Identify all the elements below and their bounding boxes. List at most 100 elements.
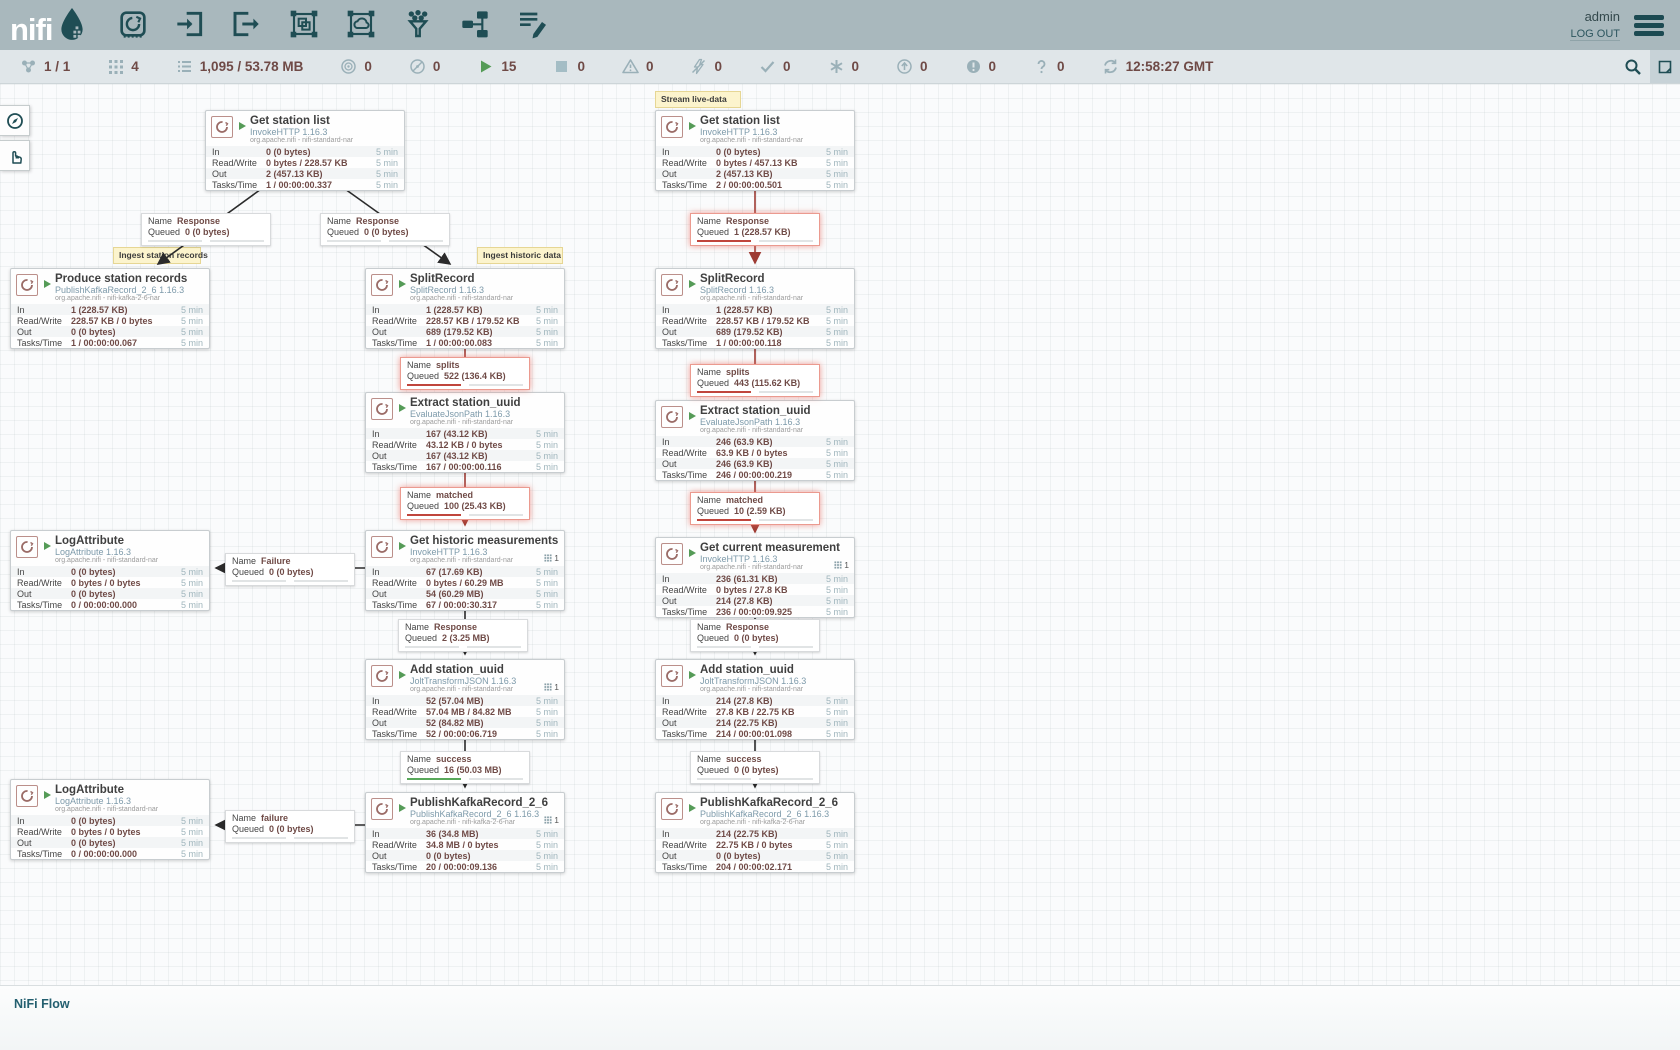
processor-stats: In214 (27.8 KB)5 min Read/Write27.8 KB /…	[656, 695, 854, 739]
processor-stats: In0 (0 bytes)5 min Read/Write0 bytes / 0…	[11, 815, 209, 859]
connection-label[interactable]: NameResponse Queued0 (0 bytes)	[141, 213, 271, 246]
processor[interactable]: Produce station records PublishKafkaReco…	[10, 268, 210, 349]
connection-label[interactable]: Namesuccess Queued0 (0 bytes)	[690, 751, 820, 784]
disabled-count: 0	[690, 58, 722, 75]
processor[interactable]: Extract station_uuid EvaluateJsonPath 1.…	[365, 392, 565, 473]
total-queued: 1,095 / 53.78 MB	[176, 58, 304, 75]
connection-queued: 0 (0 bytes)	[269, 567, 314, 577]
processor-bundle: org.apache.nifi - nifi-standard-nar	[410, 419, 521, 426]
thread-badge: 1	[834, 560, 849, 570]
drag-input-port-icon[interactable]	[174, 8, 208, 42]
birdseye-toggle-button[interactable]	[1650, 50, 1680, 83]
drag-process-group-icon[interactable]	[288, 8, 322, 42]
connection-queued: 443 (115.62 KB)	[734, 378, 800, 388]
connection-label[interactable]: Namesplits Queued443 (115.62 KB)	[690, 364, 820, 397]
processor-stamp-icon	[661, 543, 683, 565]
canvas-label[interactable]: Ingest station records	[113, 247, 201, 264]
operate-palette-button[interactable]	[0, 140, 30, 171]
connection-relationship: Response	[434, 622, 477, 632]
canvas-label[interactable]: Stream live-data	[655, 91, 741, 108]
processor-name: Extract station_uuid	[410, 397, 521, 409]
running-status-icon	[44, 791, 51, 799]
processor[interactable]: Extract station_uuid EvaluateJsonPath 1.…	[655, 400, 855, 481]
connection-relationship: splits	[726, 367, 750, 377]
connection-label[interactable]: NameResponse Queued0 (0 bytes)	[690, 619, 820, 652]
connection-label[interactable]: NameFailure Queued0 (0 bytes)	[225, 553, 355, 586]
connection-label[interactable]: NameResponse Queued1 (228.57 KB)	[690, 213, 820, 246]
drag-funnel-icon[interactable]	[402, 8, 436, 42]
processor-stamp-icon	[371, 798, 393, 820]
connection-label[interactable]: Namesuccess Queued16 (50.03 MB)	[400, 751, 530, 784]
backpressure-bars	[232, 837, 348, 839]
processor-type: JoltTransformJSON 1.16.3	[700, 676, 806, 686]
backpressure-bars	[697, 391, 813, 393]
processor[interactable]: Get station list InvokeHTTP 1.16.3 org.a…	[205, 110, 405, 191]
drag-label-icon[interactable]	[516, 8, 550, 42]
connection-label[interactable]: NameResponse Queued0 (0 bytes)	[320, 213, 450, 246]
connection-queued: 0 (0 bytes)	[734, 633, 779, 643]
processor[interactable]: LogAttribute LogAttribute 1.16.3 org.apa…	[10, 530, 210, 611]
running-status-icon	[399, 804, 406, 812]
canvas-label[interactable]: Ingest historic data	[477, 247, 563, 264]
processor[interactable]: SplitRecord SplitRecord 1.16.3 org.apach…	[365, 268, 565, 349]
drag-template-icon[interactable]	[459, 8, 493, 42]
drag-output-port-icon[interactable]	[231, 8, 265, 42]
processor-stamp-icon	[661, 798, 683, 820]
connection-label[interactable]: Namesplits Queued522 (136.4 KB)	[400, 357, 530, 390]
processor-name: SplitRecord	[410, 273, 513, 285]
connection-label[interactable]: Namefailure Queued0 (0 bytes)	[225, 810, 355, 843]
processor-bundle: org.apache.nifi - nifi-standard-nar	[700, 137, 803, 144]
backpressure-bars	[407, 778, 523, 780]
backpressure-bars	[697, 519, 813, 521]
processor[interactable]: LogAttribute LogAttribute 1.16.3 org.apa…	[10, 779, 210, 860]
nifi-logo-text: nifi	[10, 16, 53, 44]
processor-bundle: org.apache.nifi - nifi-standard-nar	[700, 686, 806, 693]
processor-name: LogAttribute	[55, 535, 158, 547]
processor-stats: In0 (0 bytes)5 min Read/Write0 bytes / 0…	[11, 566, 209, 610]
connection-queued: 100 (25.43 KB)	[444, 501, 506, 511]
processor[interactable]: Add station_uuid JoltTransformJSON 1.16.…	[365, 659, 565, 740]
global-menu-icon[interactable]	[1634, 12, 1664, 39]
running-status-icon	[399, 671, 406, 679]
processor-name: PublishKafkaRecord_2_6	[700, 797, 838, 809]
connection-label[interactable]: Namematched Queued10 (2.59 KB)	[690, 492, 820, 525]
running-status-icon	[689, 280, 696, 288]
running-status-icon	[689, 549, 696, 557]
not-transmitting-count: 0	[409, 58, 441, 75]
backpressure-bars	[232, 580, 348, 582]
current-user: admin	[1570, 9, 1620, 24]
connection-relationship: failure	[261, 813, 288, 823]
processor[interactable]: Add station_uuid JoltTransformJSON 1.16.…	[655, 659, 855, 740]
processor[interactable]: PublishKafkaRecord_2_6 PublishKafkaRecor…	[365, 792, 565, 873]
drag-remote-process-group-icon[interactable]	[345, 8, 379, 42]
backpressure-bars	[407, 384, 523, 386]
flow-canvas[interactable]: Stream live-data Ingest station records …	[0, 84, 1680, 985]
running-status-icon	[44, 542, 51, 550]
processor[interactable]: Get current measurement InvokeHTTP 1.16.…	[655, 537, 855, 618]
backpressure-bars	[407, 514, 523, 516]
nifi-drop-icon	[55, 6, 89, 44]
navigate-palette-button[interactable]	[0, 105, 30, 136]
search-button[interactable]	[1616, 50, 1650, 83]
connection-label[interactable]: Namematched Queued100 (25.43 KB)	[400, 487, 530, 520]
processor[interactable]: SplitRecord SplitRecord 1.16.3 org.apach…	[655, 268, 855, 349]
processor[interactable]: Get historic measurements InvokeHTTP 1.1…	[365, 530, 565, 611]
processor-stats: In1 (228.57 KB)5 min Read/Write228.57 KB…	[366, 304, 564, 348]
processor-bundle: org.apache.nifi - nifi-standard-nar	[55, 806, 158, 813]
processor-type: PublishKafkaRecord_2_6 1.16.3	[55, 285, 187, 295]
processor-stamp-icon	[371, 536, 393, 558]
nifi-logo: nifi	[10, 6, 89, 44]
breadcrumb[interactable]: NiFi Flow	[14, 997, 70, 1011]
processor-bundle: org.apache.nifi - nifi-standard-nar	[410, 295, 513, 302]
processor[interactable]: Get station list InvokeHTTP 1.16.3 org.a…	[655, 110, 855, 191]
connection-label[interactable]: NameResponse Queued2 (3.25 MB)	[398, 619, 528, 652]
processor-stamp-icon	[211, 116, 233, 138]
processor-stats: In52 (57.04 MB)5 min Read/Write57.04 MB …	[366, 695, 564, 739]
logout-link[interactable]: LOG OUT	[1570, 28, 1620, 41]
processor[interactable]: PublishKafkaRecord_2_6 PublishKafkaRecor…	[655, 792, 855, 873]
footer-bar: NiFi Flow	[0, 985, 1680, 1050]
stopped-count: 0	[553, 58, 585, 75]
drag-processor-icon[interactable]	[117, 8, 151, 42]
processor-type: EvaluateJsonPath 1.16.3	[700, 417, 811, 427]
backpressure-bars	[405, 646, 521, 648]
